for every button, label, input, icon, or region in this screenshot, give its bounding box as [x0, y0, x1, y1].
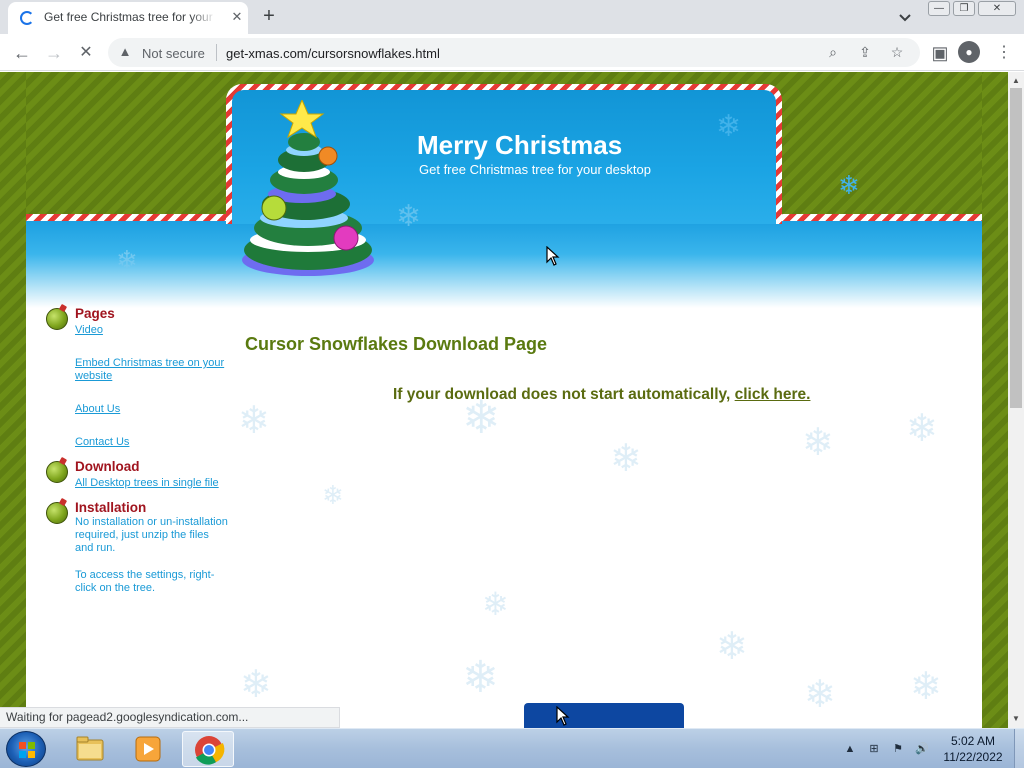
tab-title: Get free Christmas tree for your desktop [44, 10, 216, 24]
snowflake-icon: ❄ [802, 422, 834, 464]
settings-text: To access the settings, right-click on t… [75, 569, 215, 594]
snowflake-icon: ❄ [482, 586, 509, 622]
url-text[interactable]: get-xmas.com/cursorsnowflakes.html [226, 46, 440, 61]
sidebar-link-all-trees[interactable]: All Desktop trees in single file [75, 477, 228, 490]
network-icon[interactable]: ⊞ [866, 741, 882, 757]
status-bubble: Waiting for pagead2.googlesyndication.co… [0, 707, 340, 728]
sidebar-heading-download: Download [75, 459, 140, 474]
loading-spinner-icon [20, 11, 34, 25]
security-label[interactable]: Not secure [142, 46, 205, 61]
volume-icon[interactable]: 🔊 [914, 741, 930, 757]
installation-text: No installation or un-installation requi… [75, 516, 228, 554]
sidebar-section-pages: Pages Video Embed Christmas tree on your… [44, 306, 228, 449]
taskbar-media-player[interactable] [122, 731, 174, 767]
site-title: Merry Christmas [417, 130, 623, 160]
browser-toolbar: ← → ✕ ▲ Not secure get-xmas.com/cursorsn… [0, 34, 1024, 71]
address-bar[interactable]: ▲ Not secure get-xmas.com/cursorsnowflak… [108, 38, 920, 67]
scrollbar-thumb[interactable] [1010, 88, 1022, 408]
snowflake-icon: ❄ [240, 664, 272, 706]
warning-icon[interactable]: ▲ [118, 45, 132, 59]
chrome-icon [195, 736, 225, 765]
ornament-icon [46, 461, 68, 483]
vertical-scrollbar[interactable]: ▲ ▼ [1008, 72, 1024, 728]
plus-icon[interactable]: + [258, 5, 280, 27]
snowflake-icon: ❄ [462, 653, 499, 702]
forward-arrow-icon[interactable]: → [42, 41, 66, 65]
download-message: If your download does not start automati… [393, 386, 810, 404]
sidebar-heading-installation: Installation [75, 500, 147, 515]
zoom-icon[interactable]: ⌕ [824, 43, 842, 61]
snowflake-icon: ❄ [116, 245, 138, 275]
page-viewport: ❄ ❄ ❄ ❄ ❄ ❄ ❄ ❄ ❄ ❄ ❄ ❄ ❄ ❄ ❄ ❄ Merry Ch… [0, 72, 1008, 728]
snowflake-icon: ❄ [804, 674, 836, 716]
snowflake-icon: ❄ [238, 400, 270, 442]
snowflake-icon: ❄ [838, 170, 860, 200]
taskbar-explorer[interactable] [64, 731, 116, 767]
clock-time[interactable]: 5:02 AM [930, 734, 1016, 748]
share-icon[interactable]: ⇪ [856, 43, 874, 61]
ornament-icon [46, 308, 68, 330]
folder-icon [76, 736, 104, 761]
clock-date[interactable]: 11/22/2022 [930, 750, 1016, 764]
snowflake-icon: ❄ [610, 438, 642, 480]
sidebar-link-about[interactable]: About Us [75, 403, 228, 416]
scroll-down-icon[interactable]: ▼ [1012, 714, 1020, 723]
snowflake-icon: ❄ [716, 110, 742, 143]
christmas-tree-image [242, 100, 374, 276]
windows-logo-icon [19, 742, 35, 758]
sidebar-section-download: Download All Desktop trees in single fil… [44, 459, 228, 490]
ornament-icon [46, 502, 68, 524]
mouse-pointer-icon [546, 246, 560, 266]
stop-icon[interactable]: ✕ [74, 41, 98, 65]
kebab-menu-icon[interactable]: ⋮ [992, 41, 1016, 65]
chevron-down-icon[interactable] [896, 8, 914, 26]
snowflake-icon: ❄ [906, 408, 938, 450]
mouse-pointer-icon [556, 706, 570, 726]
browser-tab[interactable]: Get free Christmas tree for your desktop… [8, 2, 248, 34]
taskbar-chrome[interactable] [182, 731, 234, 767]
back-arrow-icon[interactable]: ← [10, 41, 34, 65]
sidebar: Pages Video Embed Christmas tree on your… [44, 306, 228, 605]
ad-banner[interactable] [524, 703, 684, 728]
action-center-flag-icon[interactable]: ⚑ [890, 741, 906, 757]
star-icon[interactable]: ☆ [888, 43, 906, 61]
window-close-button[interactable]: ✕ [978, 1, 1016, 16]
start-button[interactable] [6, 731, 46, 767]
minimize-button[interactable]: — [928, 1, 950, 16]
side-panel-icon[interactable]: ▣ [928, 41, 952, 65]
sidebar-link-embed[interactable]: Embed Christmas tree on your website [75, 357, 228, 383]
snowflake-icon: ❄ [716, 626, 748, 668]
close-icon[interactable]: ✕ [228, 8, 246, 26]
sidebar-section-installation: Installation No installation or un-insta… [44, 500, 228, 595]
show-desktop-button[interactable] [1014, 729, 1024, 768]
profile-icon[interactable]: ● [958, 41, 980, 63]
click-here-link[interactable]: click here. [735, 386, 811, 403]
taskbar: ▲ ⊞ ⚑ 🔊 5:02 AM 11/22/2022 [0, 728, 1024, 768]
restore-button[interactable]: ❐ [953, 1, 975, 16]
page-title: Cursor Snowflakes Download Page [245, 334, 548, 354]
sidebar-link-video[interactable]: Video [75, 324, 228, 337]
sidebar-link-contact[interactable]: Contact Us [75, 436, 228, 449]
site-subtitle: Get free Christmas tree for your desktop [419, 162, 651, 177]
snowflake-icon: ❄ [396, 200, 422, 233]
page-content: ❄ ❄ ❄ ❄ ❄ ❄ ❄ ❄ ❄ ❄ ❄ ❄ ❄ ❄ ❄ ❄ Merry Ch… [26, 72, 982, 728]
address-separator [216, 44, 217, 61]
browser-tab-strip: Get free Christmas tree for your desktop… [0, 0, 1024, 34]
download-message-text: If your download does not start automati… [393, 386, 735, 403]
tray-expand-icon[interactable]: ▲ [842, 741, 858, 757]
scroll-up-icon[interactable]: ▲ [1012, 76, 1020, 85]
snowflake-icon: ❄ [910, 666, 942, 708]
header-sky [26, 218, 982, 308]
snowflake-icon: ❄ [322, 480, 344, 510]
sidebar-heading-pages: Pages [75, 306, 115, 321]
media-player-icon [135, 736, 161, 762]
